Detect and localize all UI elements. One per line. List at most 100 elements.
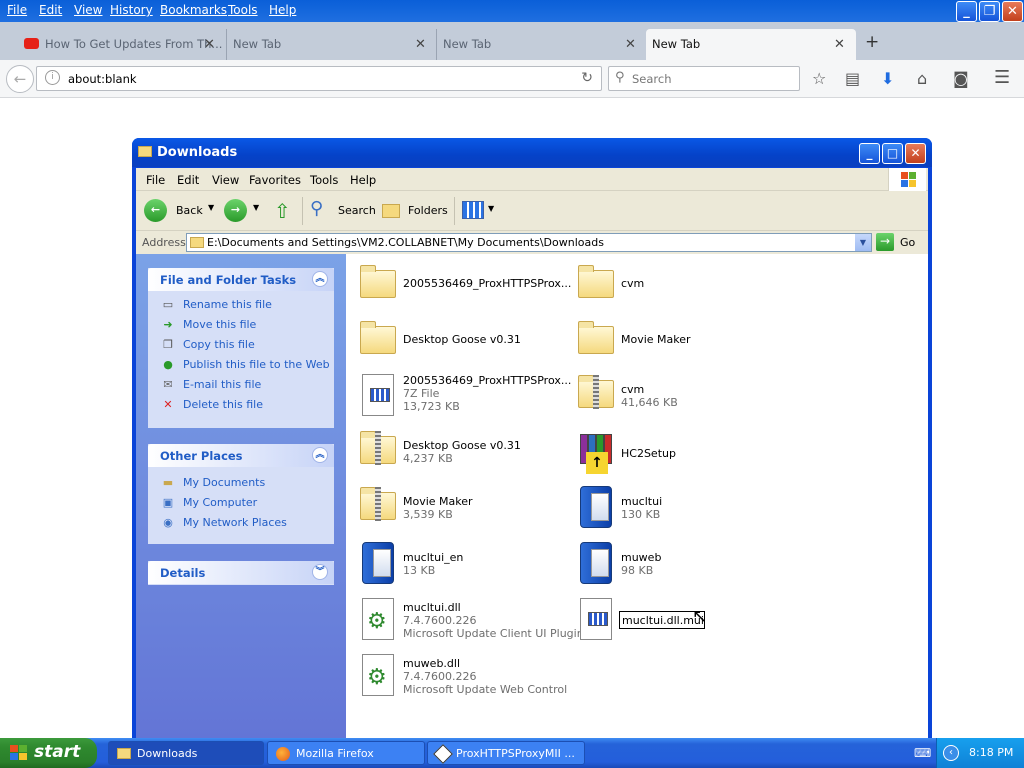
up-folder-icon[interactable]: ⇧ [274, 199, 291, 223]
search-button[interactable]: ⚲ Search [308, 198, 376, 224]
file-item[interactable]: Movie Maker [568, 318, 783, 370]
close-button[interactable]: ✕ [1002, 1, 1023, 22]
reading-list-icon[interactable]: ▤ [845, 69, 860, 88]
panel-header[interactable]: Other Places ︽ [148, 444, 334, 467]
task-email[interactable]: ✉ E-mail this file [148, 375, 334, 395]
close-tab-icon[interactable]: ✕ [204, 37, 215, 52]
task-firefox[interactable]: Mozilla Firefox [267, 741, 425, 765]
go-button[interactable]: → Go [876, 233, 926, 252]
menu-help[interactable]: Help [350, 173, 376, 187]
url-bar[interactable]: i about:blank ↻ [36, 66, 602, 91]
windows-logo-icon [888, 168, 926, 191]
tab-new-active[interactable]: New Tab ✕ [646, 29, 856, 60]
back-arrow-icon[interactable]: ← [6, 65, 34, 93]
new-tab-button[interactable]: + [865, 32, 879, 52]
tab-label: New Tab [443, 37, 492, 51]
menu-file[interactable]: File [7, 0, 27, 17]
file-item[interactable]: Desktop Goose v0.31 [350, 318, 565, 370]
task-publish[interactable]: ● Publish this file to the Web [148, 355, 334, 375]
file-item[interactable]: Movie Maker 3,539 KB [350, 484, 565, 536]
file-item[interactable]: cvm [568, 262, 783, 314]
task-delete[interactable]: ✕ Delete this file [148, 395, 334, 415]
address-dropdown-icon[interactable]: ▼ [855, 234, 871, 251]
file-item[interactable]: ↑ HC2Setup [568, 428, 783, 480]
close-tab-icon[interactable]: ✕ [415, 37, 426, 52]
close-tab-icon[interactable]: ✕ [834, 37, 845, 52]
place-my-computer[interactable]: ▣ My Computer [148, 493, 334, 513]
info-icon[interactable]: i [45, 70, 60, 85]
file-item[interactable]: cvm 41,646 KB [568, 372, 783, 424]
place-my-documents[interactable]: ▬ My Documents [148, 473, 334, 493]
views-button[interactable]: ▼ [460, 199, 496, 223]
address-bar: Address E:\Documents and Settings\VM2.CO… [136, 231, 928, 254]
bookmark-star-icon[interactable]: ☆ [812, 69, 826, 88]
task-pane: File and Folder Tasks ︽ ▭ Rename this fil… [136, 254, 346, 738]
menu-file[interactable]: File [146, 173, 165, 187]
file-item[interactable]: Desktop Goose v0.31 4,237 KB [350, 428, 565, 480]
reload-icon[interactable]: ↻ [581, 70, 593, 86]
task-proxhttps[interactable]: ProxHTTPSProxyMII ... [427, 741, 585, 765]
show-hidden-icons-chevron-icon[interactable]: ‹ [943, 745, 959, 761]
folder-icon [190, 237, 204, 248]
dropdown-icon[interactable]: ▼ [208, 203, 214, 212]
back-button[interactable]: ← Back ▼ [142, 198, 214, 224]
menu-help[interactable]: Help [269, 0, 296, 17]
firefox-navbar: ← i about:blank ↻ ⚲ Search ☆ ▤ ⬇ ⌂ ◙ ☰ [0, 60, 1024, 98]
close-tab-icon[interactable]: ✕ [625, 37, 636, 52]
menu-tools[interactable]: Tools [310, 173, 338, 187]
collapse-chevron-icon[interactable]: ︽ [312, 271, 328, 287]
file-item-renaming[interactable]: mucltui.dll.mui ↖ [568, 596, 783, 648]
start-button[interactable]: start [0, 738, 97, 768]
keyboard-icon[interactable]: ⌨ [914, 746, 931, 760]
restore-button[interactable]: ❐ [979, 1, 1000, 22]
rename-icon: ▭ [162, 298, 174, 311]
tab-new-1[interactable]: New Tab ✕ [226, 29, 436, 60]
file-item[interactable]: muweb 98 KB [568, 540, 783, 592]
file-item[interactable]: mucltui 130 KB [568, 484, 783, 536]
close-button[interactable]: ✕ [905, 143, 926, 164]
tab-label: New Tab [652, 37, 701, 51]
clock[interactable]: 8:18 PM [969, 746, 1013, 759]
folder-icon [138, 146, 152, 157]
tab-youtube[interactable]: How To Get Updates From Th... ✕ [16, 29, 226, 60]
menu-bookmarks[interactable]: Bookmarks [160, 0, 227, 17]
menu-history[interactable]: History [110, 0, 153, 17]
home-icon[interactable]: ⌂ [917, 69, 927, 88]
file-item[interactable]: muweb.dll 7.4.7600.226 Microsoft Update … [350, 652, 567, 704]
minimize-button[interactable]: _ [956, 1, 977, 22]
minimize-button[interactable]: _ [859, 143, 880, 164]
maximize-button[interactable]: □ [882, 143, 903, 164]
task-downloads[interactable]: Downloads [108, 741, 264, 765]
menu-view[interactable]: View [212, 173, 239, 187]
tab-new-2[interactable]: New Tab ✕ [436, 29, 646, 60]
panel-header[interactable]: Details ︾ [148, 561, 334, 584]
7z-file-icon [354, 372, 394, 420]
collapse-chevron-icon[interactable]: ︽ [312, 447, 328, 463]
forward-button[interactable]: → ▼ [222, 198, 262, 224]
menu-edit[interactable]: Edit [177, 173, 199, 187]
pocket-icon[interactable]: ◙ [953, 69, 969, 88]
menu-view[interactable]: View [74, 0, 102, 17]
zip-folder-icon [572, 372, 614, 420]
place-my-network[interactable]: ◉ My Network Places [148, 513, 334, 533]
task-move[interactable]: ➜ Move this file [148, 315, 334, 335]
back-arrow-icon: ← [144, 199, 167, 222]
file-item[interactable]: mucltui.dll 7.4.7600.226 Microsoft Updat… [350, 596, 584, 648]
task-rename[interactable]: ▭ Rename this file [148, 295, 334, 315]
address-input[interactable]: E:\Documents and Settings\VM2.COLLABNET\… [186, 233, 872, 252]
menu-tools[interactable]: Tools [228, 0, 258, 17]
menu-edit[interactable]: Edit [39, 0, 62, 17]
dropdown-icon[interactable]: ▼ [253, 203, 259, 212]
panel-header[interactable]: File and Folder Tasks ︽ [148, 268, 334, 291]
menu-favorites[interactable]: Favorites [249, 173, 301, 187]
search-input[interactable]: ⚲ Search [608, 66, 800, 91]
file-item[interactable]: 2005536469_ProxHTTPSProx... [350, 262, 571, 314]
expand-chevron-icon[interactable]: ︾ [312, 564, 328, 580]
task-copy[interactable]: ❐ Copy this file [148, 335, 334, 355]
explorer-toolbar: ← Back ▼ → ▼ ⇧ ⚲ Search Folders ▼ [136, 191, 928, 231]
file-item[interactable]: 2005536469_ProxHTTPSProx... 7Z File 13,7… [350, 372, 571, 424]
downloads-icon[interactable]: ⬇ [881, 69, 894, 88]
file-item[interactable]: mucltui_en 13 KB [350, 540, 565, 592]
folders-button[interactable]: Folders [380, 198, 450, 224]
hamburger-menu-icon[interactable]: ☰ [994, 67, 1010, 88]
